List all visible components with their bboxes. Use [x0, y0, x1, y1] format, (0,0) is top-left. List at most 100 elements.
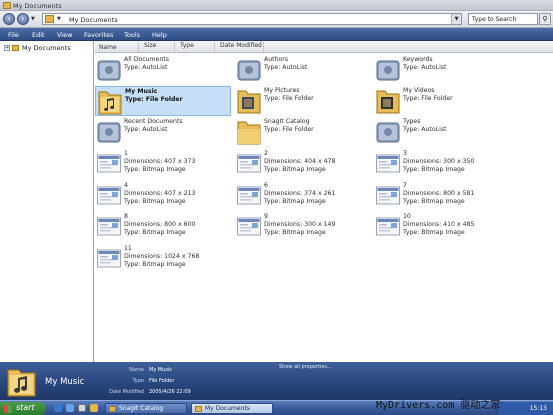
file-name: Authors [264, 56, 289, 63]
file-item[interactable]: 6 Dimensions: 374 x 261 Type: Bitmap Image [235, 181, 371, 211]
autolist-icon [97, 56, 121, 83]
file-item-meta: SnagIt Catalog Type: File Folder [264, 118, 314, 134]
details-type-value: File Folder [149, 378, 175, 384]
file-detail: Type: AutoList [403, 64, 447, 71]
bitmap-thumbnail [97, 245, 121, 272]
explorer-icon[interactable] [90, 404, 98, 412]
task-label: My Documents [205, 405, 250, 412]
file-item[interactable]: Authors Type: AutoList [235, 55, 371, 85]
search-input[interactable]: Type to Search [468, 13, 538, 25]
file-detail: Type: AutoList [124, 126, 168, 133]
file-item[interactable]: My Videos Type: File Folder [374, 86, 510, 116]
clock[interactable]: 15:13 [530, 405, 547, 412]
back-button[interactable]: ‹ [3, 13, 15, 25]
file-list: Name Size Type Date Modified All Documen… [95, 41, 553, 362]
file-item-meta: Types Type: AutoList [403, 118, 446, 134]
file-item-meta: 10 Dimensions: 410 x 485 Type: Bitmap Imag… [403, 213, 474, 237]
file-name: My Pictures [264, 87, 300, 94]
file-item[interactable]: 10 Dimensions: 410 x 485 Type: Bitmap Imag… [374, 212, 510, 242]
folder-icon [3, 2, 11, 9]
folder-icon [45, 15, 54, 23]
file-item-meta: 3 Dimensions: 300 x 350 Type: Bitmap Image [403, 150, 474, 174]
file-item[interactable]: My Pictures Type: File Folder [235, 86, 371, 116]
bitmap-thumbnail [97, 213, 121, 240]
bitmap-thumbnail [376, 213, 400, 240]
bitmap-thumbnail [376, 182, 400, 209]
file-item[interactable]: My Music Type: File Folder [95, 86, 231, 116]
address-dropdown-icon[interactable]: ▼ [451, 14, 461, 24]
window-title: My Documents [13, 2, 62, 10]
file-item[interactable]: 1 Dimensions: 407 x 373 Type: Bitmap Image [95, 149, 231, 179]
history-dropdown-icon[interactable]: ▼ [31, 16, 35, 22]
menu-bar: File Edit View Favorites Tools Help [0, 28, 553, 41]
file-name: 11 [124, 245, 132, 252]
file-item[interactable]: 8 Dimensions: 800 x 600 Type: Bitmap Image [95, 212, 231, 242]
file-detail: Dimensions: 407 x 373 [124, 158, 196, 165]
start-label: start [16, 403, 35, 412]
search-icon[interactable]: ⚲ [539, 13, 551, 25]
column-date-modified[interactable]: Date Modified [214, 42, 262, 52]
menu-edit[interactable]: Edit [32, 31, 45, 39]
internet-explorer-icon[interactable] [54, 404, 62, 412]
tree-item-my-documents[interactable]: + My Documents [4, 44, 71, 52]
expand-icon[interactable]: + [4, 45, 10, 51]
menu-tools[interactable]: Tools [124, 31, 140, 39]
menu-view[interactable]: View [57, 31, 72, 39]
file-detail: Dimensions: 800 x 581 [403, 190, 475, 197]
file-item[interactable]: 3 Dimensions: 300 x 350 Type: Bitmap Image [374, 149, 510, 179]
file-item[interactable]: Types Type: AutoList [374, 117, 510, 147]
menu-favorites[interactable]: Favorites [84, 31, 113, 39]
file-detail: Dimensions: 374 x 261 [264, 190, 336, 197]
file-name: My Music [125, 88, 158, 95]
file-item[interactable]: Keywords Type: AutoList [374, 55, 510, 85]
file-item-meta: Recent Documents Type: AutoList [124, 118, 183, 134]
music-folder-icon [98, 88, 122, 115]
file-type: Type: Bitmap Image [264, 166, 326, 173]
file-item[interactable]: 9 Dimensions: 300 x 149 Type: Bitmap Image [235, 212, 371, 242]
show-desktop-icon[interactable] [78, 404, 86, 412]
file-item[interactable]: 7 Dimensions: 800 x 581 Type: Bitmap Image [374, 181, 510, 211]
file-detail: Dimensions: 300 x 350 [403, 158, 475, 165]
menu-file[interactable]: File [8, 31, 19, 39]
menu-help[interactable]: Help [152, 31, 167, 39]
file-item-meta: 11 Dimensions: 1024 x 768 Type: Bitmap Ima… [124, 245, 199, 269]
show-all-properties-link[interactable]: Show all properties... [279, 364, 332, 370]
file-item-meta: My Music Type: File Folder [125, 88, 183, 104]
file-item[interactable]: 2 Dimensions: 404 x 478 Type: Bitmap Image [235, 149, 371, 179]
file-item[interactable]: SnagIt Catalog Type: File Folder [235, 117, 371, 147]
task-label: SnagIt Catalog [119, 405, 164, 412]
file-detail: Dimensions: 404 x 478 [264, 158, 336, 165]
forward-button[interactable]: › [17, 13, 29, 25]
file-detail: Dimensions: 300 x 149 [264, 221, 336, 228]
media-player-icon[interactable] [66, 404, 74, 412]
column-size[interactable]: Size [138, 42, 156, 52]
autolist-icon [376, 56, 400, 83]
start-button[interactable]: start [0, 402, 46, 415]
file-item-meta: My Pictures Type: File Folder [264, 87, 314, 103]
file-name: All Documents [124, 56, 169, 63]
file-item[interactable]: Recent Documents Type: AutoList [95, 117, 231, 147]
tree-item-label: My Documents [22, 44, 71, 52]
column-type[interactable]: Type [174, 42, 194, 52]
file-item[interactable]: All Documents Type: AutoList [95, 55, 231, 85]
taskbar-button-snagit-catalog[interactable]: SnagIt Catalog [105, 403, 187, 414]
title-bar: My Documents [0, 0, 553, 11]
details-title: My Music [45, 377, 85, 387]
file-name: SnagIt Catalog [264, 118, 310, 125]
file-item-meta: Authors Type: AutoList [264, 56, 307, 72]
file-name: 10 [403, 213, 411, 220]
file-item[interactable]: 4 Dimensions: 407 x 213 Type: Bitmap Image [95, 181, 231, 211]
details-name-label: Name [129, 367, 144, 373]
file-item-meta: My Videos Type: File Folder [403, 87, 453, 103]
column-name[interactable]: Name [96, 44, 117, 51]
file-name: Recent Documents [124, 118, 183, 125]
file-type: Type: Bitmap Image [124, 229, 186, 236]
file-item[interactable]: 11 Dimensions: 1024 x 768 Type: Bitmap Ima… [95, 244, 231, 274]
folder-icon [12, 45, 19, 51]
file-detail: Dimensions: 800 x 600 [124, 221, 196, 228]
file-name: 4 [124, 182, 128, 189]
location-dropdown-icon[interactable]: ▼ [57, 16, 61, 22]
autolist-icon [237, 56, 261, 83]
taskbar-button-my-documents[interactable]: My Documents [191, 403, 273, 414]
address-bar[interactable]: ▼ My Documents ▼ [42, 13, 462, 25]
